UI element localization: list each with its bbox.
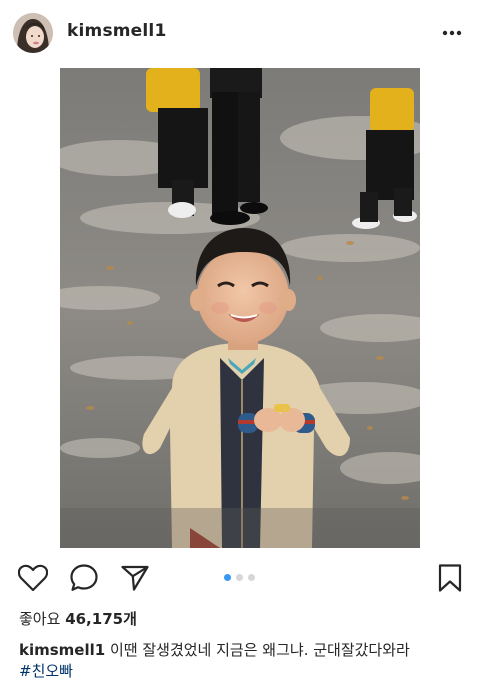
avatar-image <box>13 13 53 53</box>
carousel-dot-3 <box>248 574 255 581</box>
caption-text: 이땐 잘생겼었네 지금은 왜그냐. 군대잘갔다와라 <box>109 641 410 659</box>
carousel-dot-1 <box>224 574 231 581</box>
post-caption: kimsmell1 이땐 잘생겼었네 지금은 왜그냐. 군대잘갔다와라 #친오빠 <box>19 640 469 682</box>
action-bar <box>0 558 480 598</box>
caption-username[interactable]: kimsmell1 <box>19 641 105 659</box>
bookmark-icon[interactable] <box>434 562 466 594</box>
post-header: kimsmell1 <box>0 0 480 66</box>
post-username[interactable]: kimsmell1 <box>67 21 167 41</box>
caption-hashtag[interactable]: #친오빠 <box>19 662 73 680</box>
heart-icon[interactable] <box>17 562 49 594</box>
likes-label: 좋아요 <box>19 610 61 628</box>
more-horizontal-icon[interactable] <box>440 22 464 44</box>
photo-image <box>60 68 420 548</box>
likes-number: 46,175개 <box>65 610 137 628</box>
share-icon[interactable] <box>119 562 151 594</box>
comment-icon[interactable] <box>68 562 100 594</box>
post-photo[interactable] <box>60 68 420 548</box>
carousel-dot-2 <box>236 574 243 581</box>
avatar[interactable] <box>13 13 53 53</box>
carousel-indicator <box>224 574 255 581</box>
likes-count[interactable]: 좋아요 46,175개 <box>19 608 137 629</box>
